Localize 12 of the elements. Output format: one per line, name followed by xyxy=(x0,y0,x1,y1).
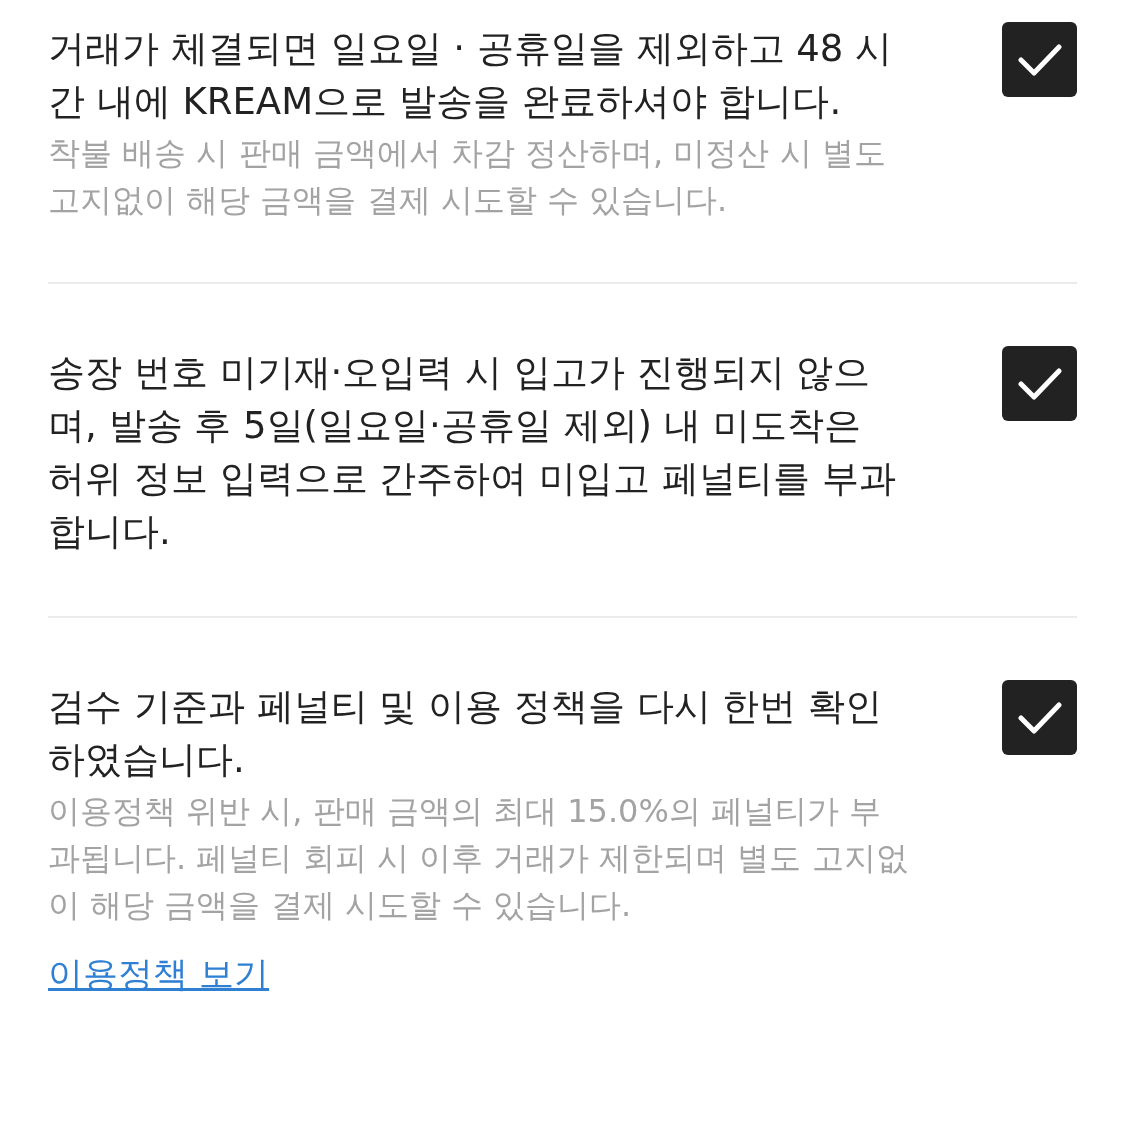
policy-link[interactable]: 이용정책 보기 xyxy=(48,949,270,999)
note-text: 착불 배송 시 판매 금액에서 차감 정산하며, 미정산 시 별도 고지없이 해당 금액을 결제 시도할 수 있습니다. xyxy=(48,133,887,221)
checkbox[interactable] xyxy=(1002,346,1077,421)
agreement-text: 송장 번호 미기재·오입력 시 입고가 진행되지 않으며, 발송 후 5일(일요일·공휴일 제외) 내 미도착은 허위 정보 입력으로 간주하여 미입고 페널티를 부과합니다. xyxy=(48,350,897,555)
checkmark-icon xyxy=(1017,700,1062,735)
checkmark-icon xyxy=(1017,366,1062,401)
agreement-text: 검수 기준과 페널티 및 이용 정책을 다시 한번 확인하였습니다. xyxy=(48,684,884,783)
note-text: 이용정책 위반 시, 판매 금액의 최대 15.0%의 페널티가 부과됩니다. 페널티 회피 시 이후 거래가 제한되며 별도 고지없이 해당 금액을 결제 시도할 수 있습니다. xyxy=(48,791,908,926)
checkbox[interactable] xyxy=(1002,22,1077,97)
checkmark-icon xyxy=(1017,42,1062,77)
agreement-text: 거래가 체결되면 일요일 · 공휴일을 제외하고 48 시간 내에 KREAM으로 발송을 완료하셔야 합니다. xyxy=(48,26,894,125)
checkbox[interactable] xyxy=(1002,680,1077,755)
